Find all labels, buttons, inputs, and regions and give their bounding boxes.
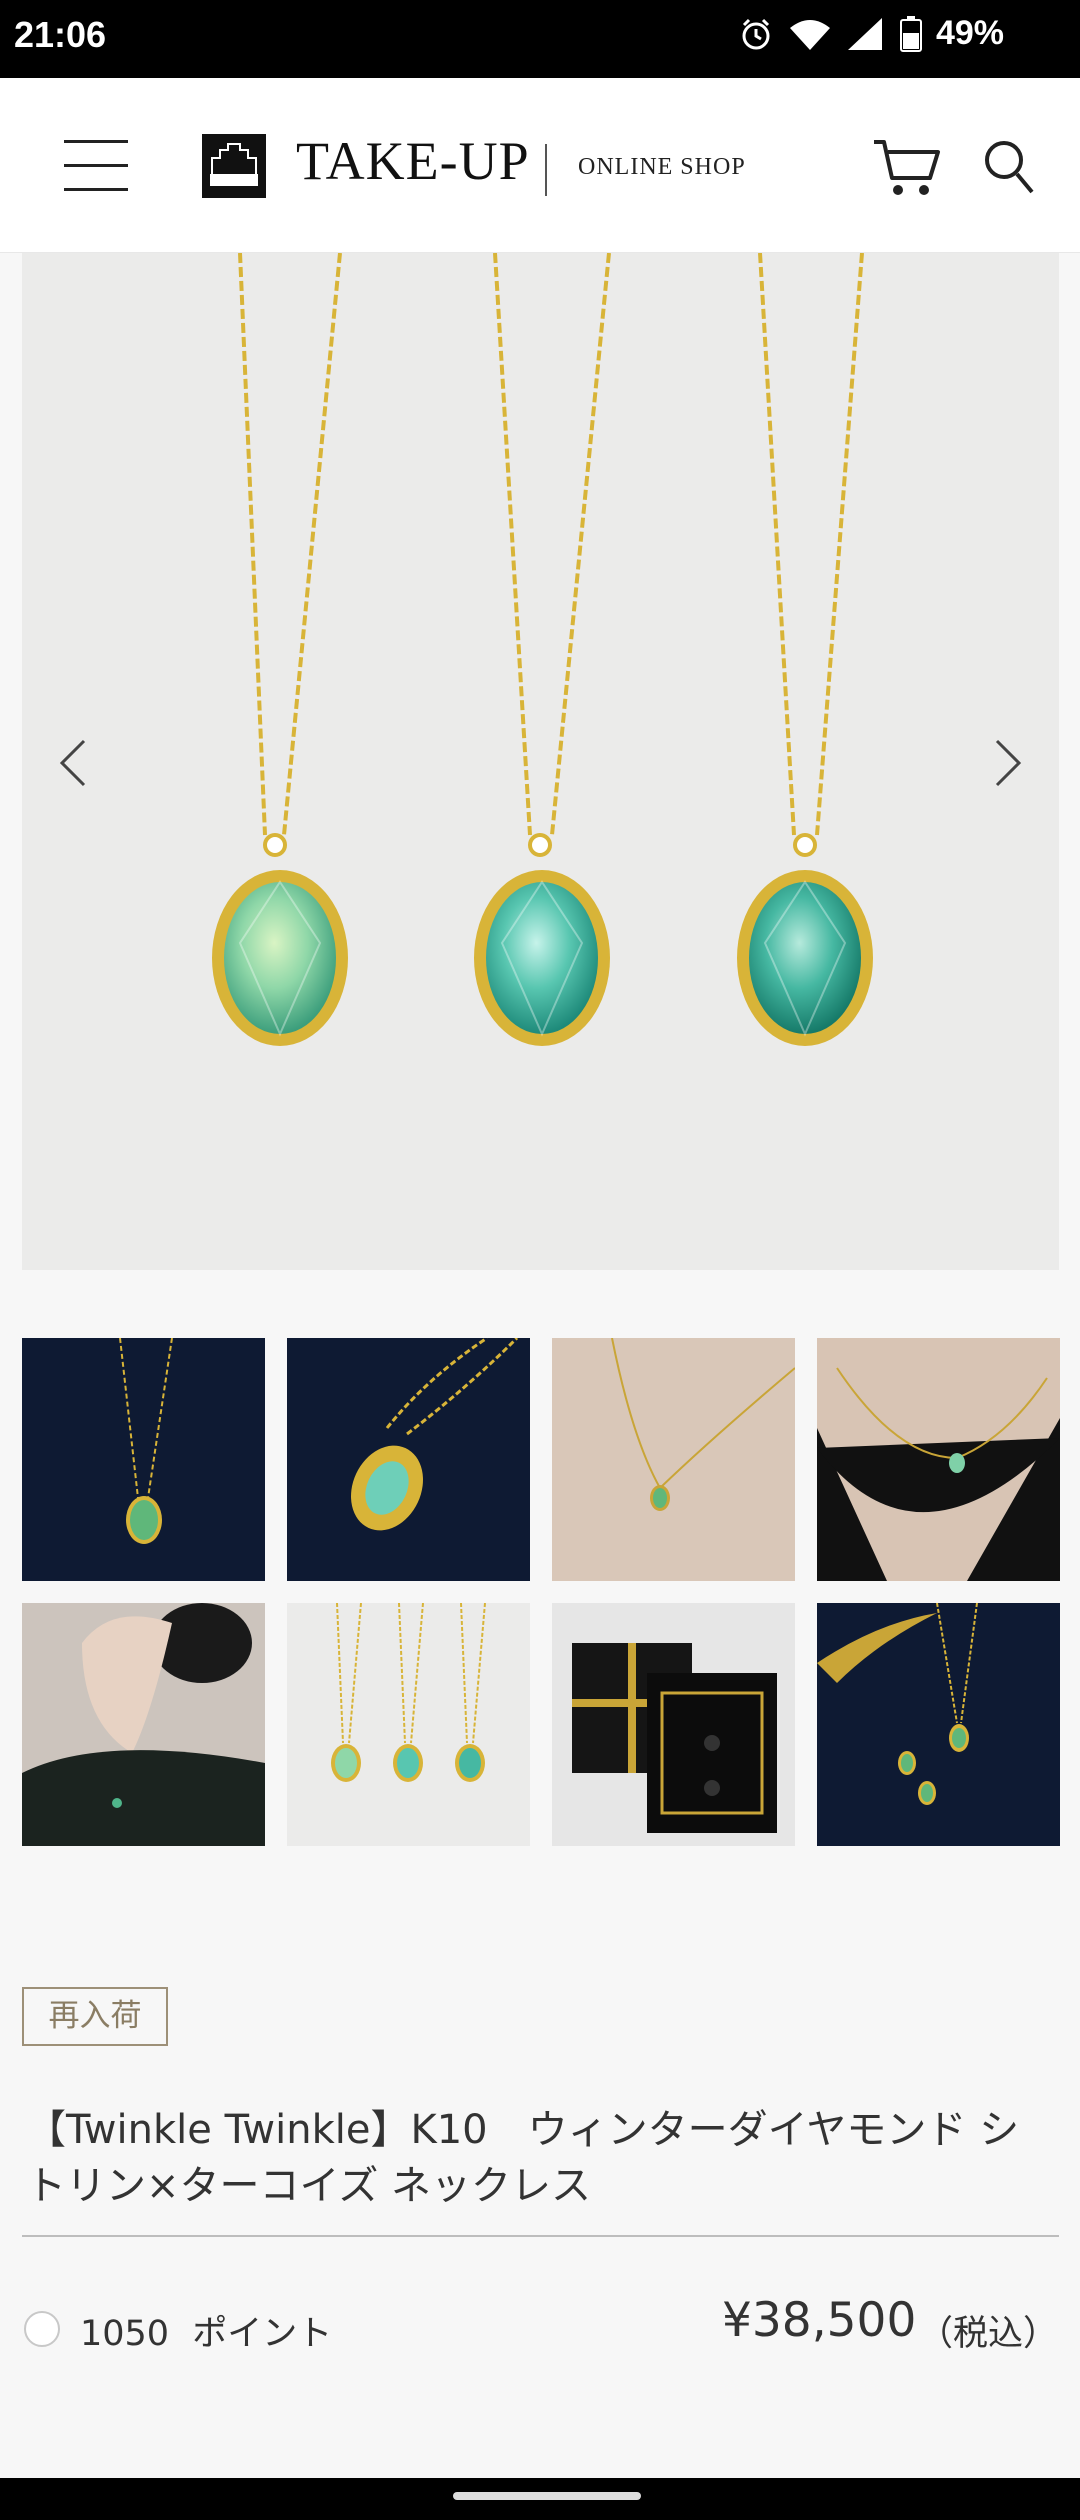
battery-percent: 49% [935,14,1004,52]
title-divider [22,2235,1059,2237]
chevron-left-icon[interactable] [52,733,92,793]
battery-icon [899,15,922,52]
logo-divider [545,144,547,196]
status-bar: 21:06 49% [0,0,1080,78]
alarm-icon [742,18,770,49]
cart-icon[interactable] [872,138,942,198]
points-label: ポイント [192,2314,333,2354]
points-info: 1050 ポイント [80,2305,332,2356]
signal-icon [847,17,882,50]
thumb-three-necklaces[interactable] [287,1603,530,1846]
tax-label: （税込） [918,2314,1059,2354]
product-price: ¥38,500 [722,2293,917,2348]
points-value: 1050 [80,2314,170,2354]
three-necklaces-image [22,253,1059,1270]
system-nav-bar [0,2478,1080,2520]
status-icons: 49% [738,14,1004,53]
thumb-worn-black-sweater[interactable] [817,1338,1060,1581]
points-radio[interactable] [24,2311,60,2347]
home-gesture-handle[interactable] [453,2492,641,2500]
thumb-model-profile[interactable] [22,1603,265,1846]
site-header: TAKE-UP ONLINE SHOP [0,78,1080,253]
restock-badge: 再入荷 [22,1987,168,2046]
product-title: 【Twinkle Twinkle】K10 ウィンターダイヤモンド シトリン×ター… [26,2107,1020,2209]
thumb-gift-box[interactable] [552,1603,795,1846]
thumb-pendant-closeup-navy[interactable] [287,1338,530,1581]
search-icon[interactable] [982,138,1036,196]
hero-product-image[interactable] [22,253,1059,1270]
wifi-icon [789,19,830,50]
logo-mark[interactable] [202,134,266,198]
thumb-worn-neck-beige[interactable] [552,1338,795,1581]
logo-subtitle: ONLINE SHOP [578,154,746,180]
chevron-right-icon[interactable] [989,733,1029,793]
thumb-necklace-navy-1[interactable] [22,1338,265,1581]
hamburger-menu-icon[interactable] [64,138,128,192]
thumb-ribbon-navy[interactable] [817,1603,1060,1846]
status-time: 21:06 [14,14,107,55]
logo-text[interactable]: TAKE-UP [296,130,530,192]
